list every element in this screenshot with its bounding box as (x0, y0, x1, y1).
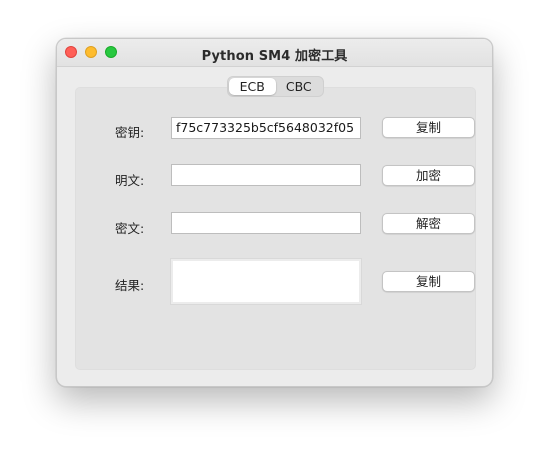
key-input[interactable]: f75c773325b5cf5648032f05 (171, 117, 361, 139)
key-label: 密钥: (115, 125, 145, 140)
tab-content-panel: 密钥: f75c773325b5cf5648032f05 复制 明文: 加密 密… (75, 87, 476, 370)
tab-cbc[interactable]: CBC (276, 78, 323, 95)
copy-result-button[interactable]: 复制 (382, 271, 475, 292)
ciphertext-label: 密文: (115, 221, 145, 236)
result-textbox[interactable] (170, 258, 362, 305)
plaintext-input[interactable] (171, 164, 361, 186)
app-window: Python SM4 加密工具 密钥: f75c773325b5cf564803… (56, 38, 493, 387)
plaintext-label: 明文: (115, 173, 145, 188)
mode-tab-bar: ECB CBC (227, 76, 324, 97)
result-label: 结果: (115, 278, 145, 293)
ciphertext-input[interactable] (171, 212, 361, 234)
window-title: Python SM4 加密工具 (201, 49, 348, 64)
decrypt-button[interactable]: 解密 (382, 213, 475, 234)
copy-key-button[interactable]: 复制 (382, 117, 475, 138)
tab-ecb[interactable]: ECB (229, 78, 276, 95)
title-bar[interactable]: Python SM4 加密工具 (57, 39, 492, 67)
encrypt-button[interactable]: 加密 (382, 165, 475, 186)
